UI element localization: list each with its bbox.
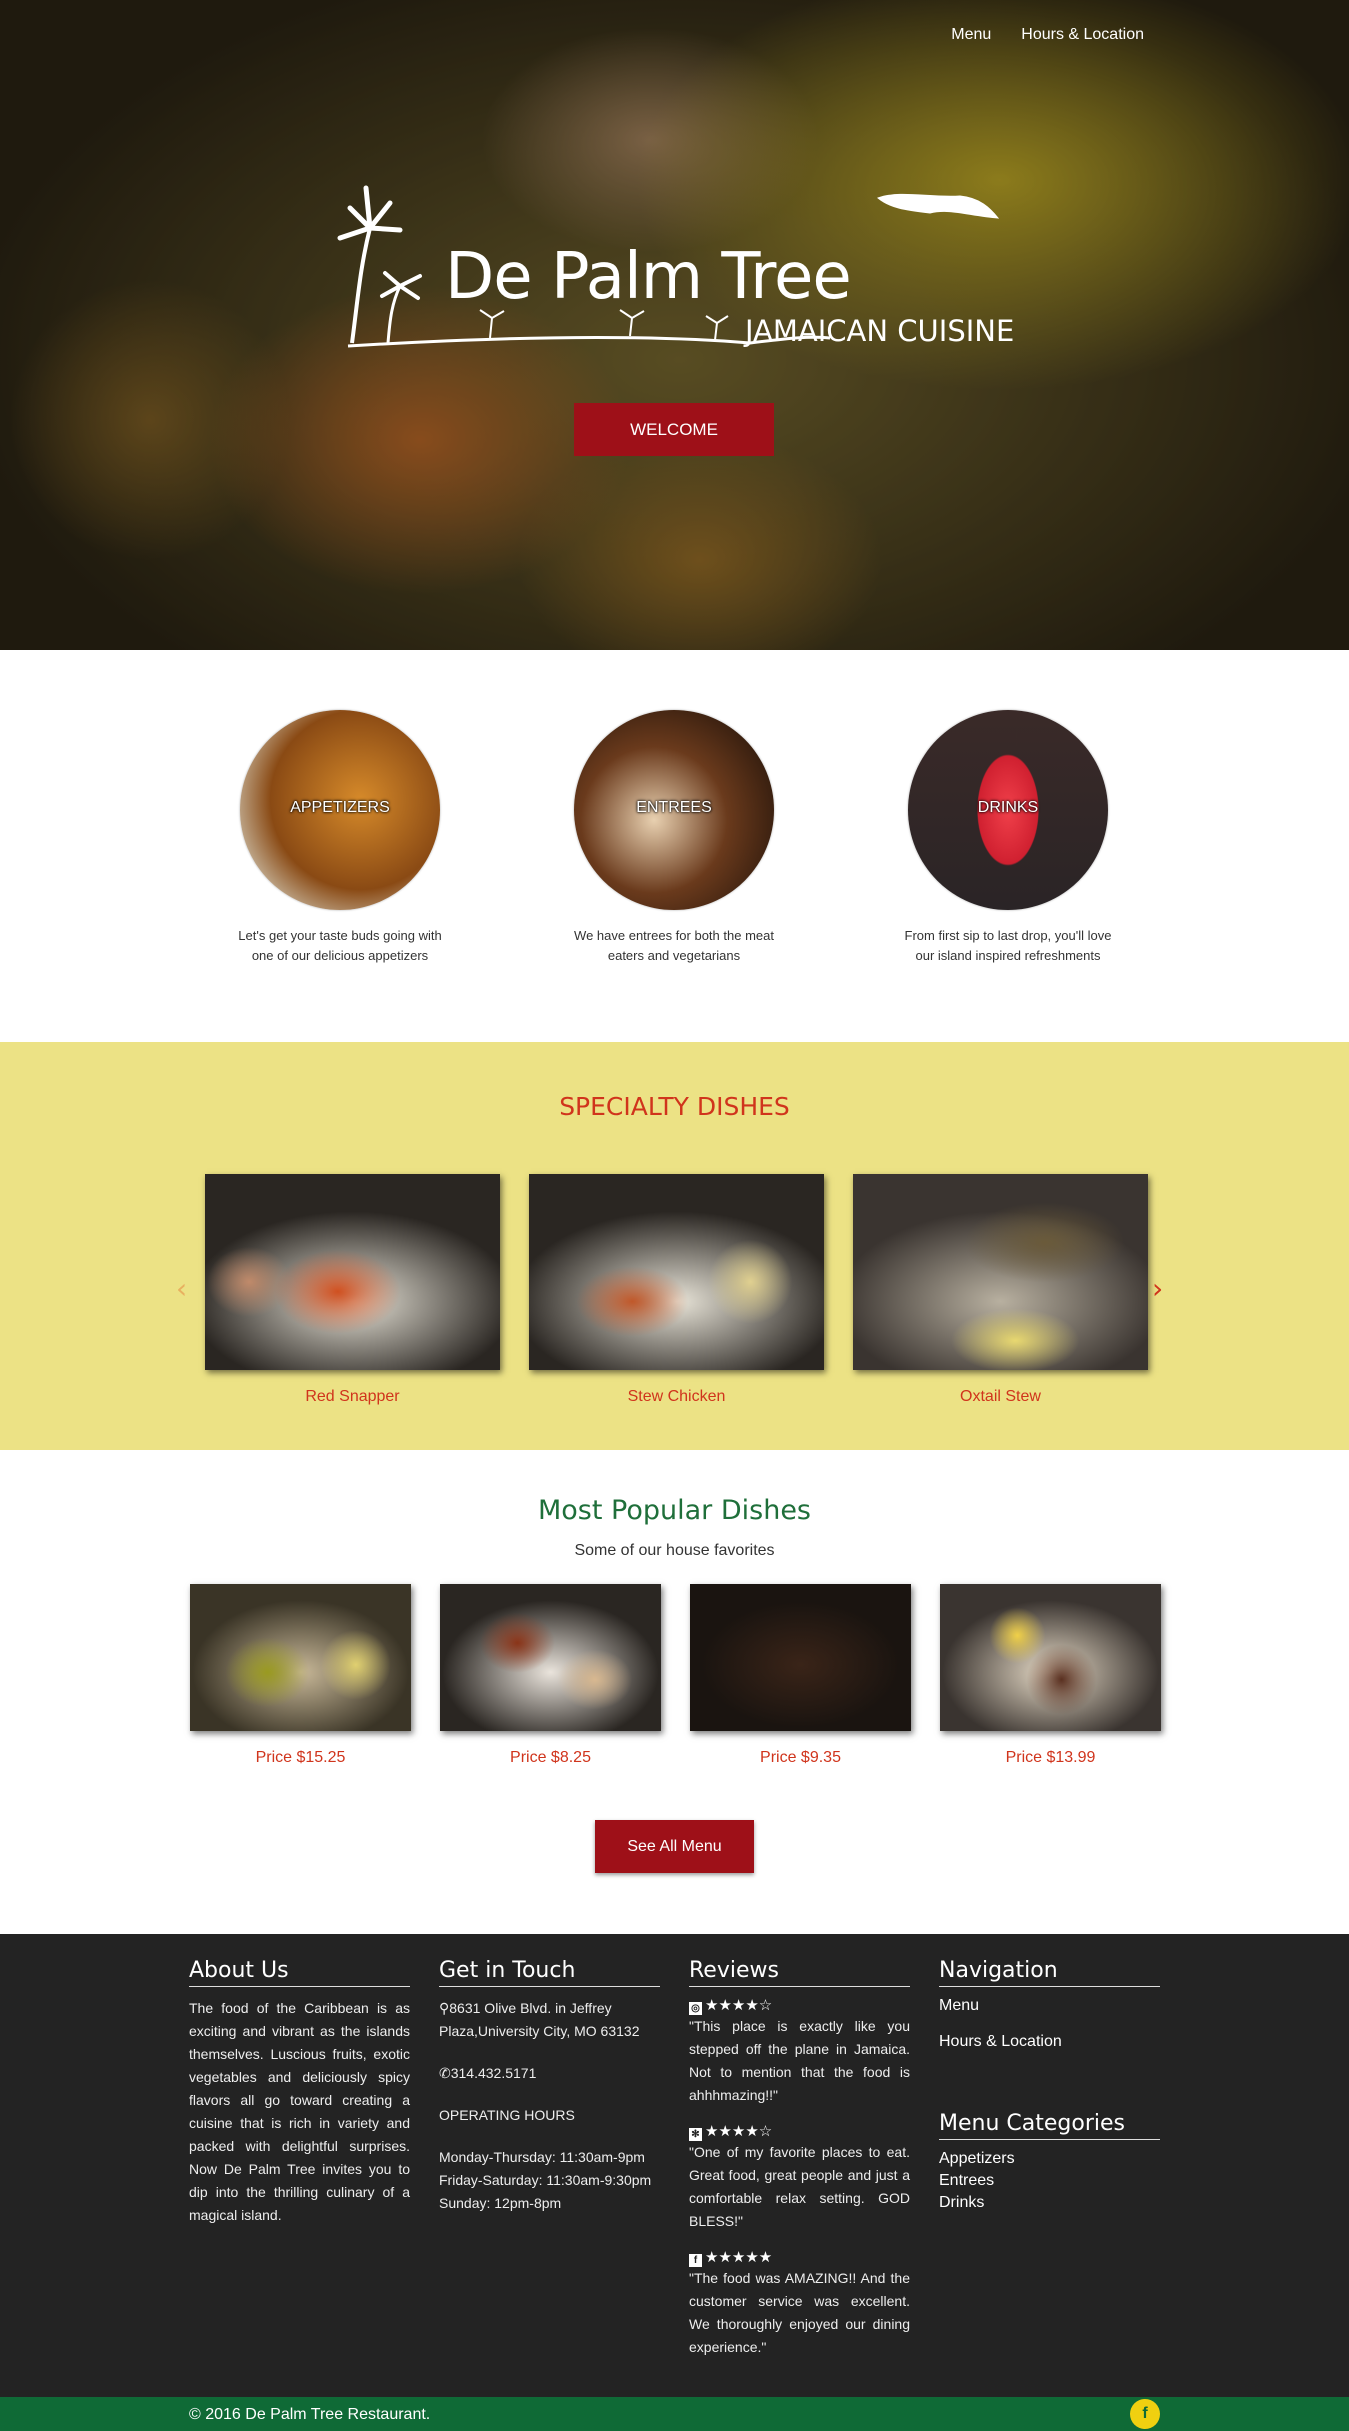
copyright-text: © 2016 De Palm Tree Restaurant. — [189, 2406, 431, 2423]
category-description: We have entrees for both the meat eaters… — [574, 928, 774, 963]
dish-name[interactable]: Oxtail Stew — [853, 1388, 1148, 1406]
menu-categories-title: Menu Categories — [939, 2111, 1160, 2140]
chevron-right-icon[interactable]: › — [1152, 1272, 1163, 1305]
dish-price: Price $9.35 — [760, 1749, 841, 1766]
footer: About Us The food of the Caribbean is as… — [0, 1934, 1349, 2397]
star-rating: ★★★★☆ — [705, 2123, 773, 2140]
logo-subtitle: JAMAICAN CUISINE — [745, 314, 1015, 348]
address-text: 8631 Olive Blvd. in Jeffrey Plaza,Univer… — [439, 2000, 640, 2039]
phone[interactable]: ✆314.432.5171 — [439, 2062, 660, 2085]
popular-item[interactable]: Price $9.35 — [690, 1584, 911, 1767]
see-all-menu-button[interactable]: See All Menu — [595, 1820, 754, 1873]
phone-icon: ✆ — [439, 2065, 451, 2081]
footer-category-entrees[interactable]: Entrees — [939, 2172, 1160, 2190]
top-navigation: Menu Hours & Location — [951, 26, 1144, 44]
review-item: ✻ ★★★★☆ "One of my favorite places to eat… — [689, 2123, 910, 2233]
dish-image[interactable] — [529, 1174, 824, 1370]
popular-item[interactable]: Price $8.25 — [440, 1584, 661, 1767]
dish-image[interactable] — [853, 1174, 1148, 1370]
category-description: From first sip to last drop, you'll love… — [904, 928, 1112, 963]
review-text: "One of my favorite places to eat. Great… — [689, 2144, 910, 2229]
specialty-dishes-section: SPECIALTY DISHES ‹ Red Snapper Stew Chic… — [0, 1042, 1349, 1450]
tripadvisor-icon[interactable]: ◎ — [689, 2002, 702, 2015]
footer-category-drinks[interactable]: Drinks — [939, 2194, 1160, 2212]
star-rating: ★★★★★ — [705, 2249, 773, 2266]
hours-line: Sunday: 12pm-8pm — [439, 2195, 562, 2211]
footer-nav-hours-location[interactable]: Hours & Location — [939, 2033, 1160, 2051]
dish-name[interactable]: Stew Chicken — [529, 1388, 824, 1406]
navigation-column: Navigation Menu Hours & Location Menu Ca… — [939, 1958, 1160, 2216]
address: ⚲8631 Olive Blvd. in Jeffrey Plaza,Unive… — [439, 1997, 660, 2043]
category-description: Let's get your taste buds going with one… — [238, 928, 442, 963]
popular-item[interactable]: Price $13.99 — [940, 1584, 1161, 1767]
dish-image[interactable] — [690, 1584, 911, 1731]
about-us-column: About Us The food of the Caribbean is as… — [189, 1958, 410, 2227]
navigation-title: Navigation — [939, 1958, 1160, 1987]
rating: ✻ ★★★★☆ — [689, 2123, 910, 2141]
footer-category-appetizers[interactable]: Appetizers — [939, 2150, 1160, 2168]
popular-title: Most Popular Dishes — [537, 1495, 812, 1526]
map-marker-icon: ⚲ — [439, 2000, 450, 2016]
dish-image[interactable] — [940, 1584, 1161, 1731]
hours-line: Monday-Thursday: 11:30am-9pm — [439, 2149, 645, 2165]
appetizers-image[interactable]: APPETIZERS — [240, 710, 440, 910]
contact-column: Get in Touch ⚲8631 Olive Blvd. in Jeffre… — [439, 1958, 660, 2215]
dish-price: Price $8.25 — [510, 1749, 591, 1766]
footer-nav-menu[interactable]: Menu — [939, 1997, 1160, 2015]
review-text: "This place is exactly like you stepped … — [689, 2018, 910, 2103]
nav-menu-link[interactable]: Menu — [951, 26, 991, 44]
about-text: The food of the Caribbean is as exciting… — [189, 2000, 410, 2223]
specialty-item[interactable]: Oxtail Stew — [853, 1174, 1148, 1406]
dish-image[interactable] — [205, 1174, 500, 1370]
restaurant-logo: De Palm Tree JAMAICAN CUISINE — [330, 168, 1030, 358]
nav-hours-location-link[interactable]: Hours & Location — [1021, 26, 1144, 44]
phone-text[interactable]: 314.432.5171 — [451, 2065, 537, 2081]
contact-title: Get in Touch — [439, 1958, 660, 1987]
category-label: DRINKS — [977, 799, 1039, 816]
category-label: ENTREES — [636, 799, 712, 816]
popular-subtitle: Some of our house favorites — [574, 1542, 775, 1559]
hero-banner: Menu Hours & Location De Palm Tree JAMAI… — [0, 0, 1349, 650]
drinks-image[interactable]: DRINKS — [908, 710, 1108, 910]
star-rating: ★★★★☆ — [705, 1997, 773, 2014]
review-text: "The food was AMAZING!! And the customer… — [689, 2270, 910, 2355]
dish-price: Price $15.25 — [255, 1749, 346, 1766]
specialty-item[interactable]: Red Snapper — [205, 1174, 500, 1406]
category-label: APPETIZERS — [290, 799, 390, 816]
logo-name: De Palm Tree — [445, 240, 852, 314]
category-appetizers[interactable]: APPETIZERS Let's get your taste buds goi… — [210, 710, 470, 966]
about-title: About Us — [189, 1958, 410, 1987]
popular-item[interactable]: Price $15.25 — [190, 1584, 411, 1767]
yelp-icon[interactable]: ✻ — [689, 2128, 702, 2141]
dish-image[interactable] — [440, 1584, 661, 1731]
category-entrees[interactable]: ENTREES We have entrees for both the mea… — [544, 710, 804, 966]
dish-image[interactable] — [190, 1584, 411, 1731]
rating: f ★★★★★ — [689, 2249, 910, 2267]
menu-categories-section: APPETIZERS Let's get your taste buds goi… — [0, 650, 1349, 1042]
dish-price: Price $13.99 — [1005, 1749, 1096, 1766]
review-item: f ★★★★★ "The food was AMAZING!! And the c… — [689, 2249, 910, 2359]
hours-title: OPERATING HOURS — [439, 2107, 575, 2123]
specialty-title: SPECIALTY DISHES — [559, 1092, 790, 1121]
review-item: ◎ ★★★★☆ "This place is exactly like you s… — [689, 1997, 910, 2107]
category-drinks[interactable]: DRINKS From first sip to last drop, you'… — [878, 710, 1138, 966]
facebook-icon[interactable]: f — [1130, 2399, 1160, 2429]
hours-line: Friday-Saturday: 11:30am-9:30pm — [439, 2172, 652, 2188]
rating: ◎ ★★★★☆ — [689, 1997, 910, 2015]
chevron-left-icon[interactable]: ‹ — [176, 1272, 187, 1305]
popular-dishes-section: Most Popular Dishes Some of our house fa… — [0, 1450, 1349, 1934]
welcome-button[interactable]: WELCOME — [574, 403, 774, 456]
specialty-item[interactable]: Stew Chicken — [529, 1174, 824, 1406]
dish-name[interactable]: Red Snapper — [205, 1388, 500, 1406]
entrees-image[interactable]: ENTREES — [574, 710, 774, 910]
copyright-bar: © 2016 De Palm Tree Restaurant. f — [0, 2397, 1349, 2431]
reviews-title: Reviews — [689, 1958, 910, 1987]
facebook-icon[interactable]: f — [689, 2254, 702, 2267]
reviews-column: Reviews ◎ ★★★★☆ "This place is exactly li… — [689, 1958, 910, 2375]
